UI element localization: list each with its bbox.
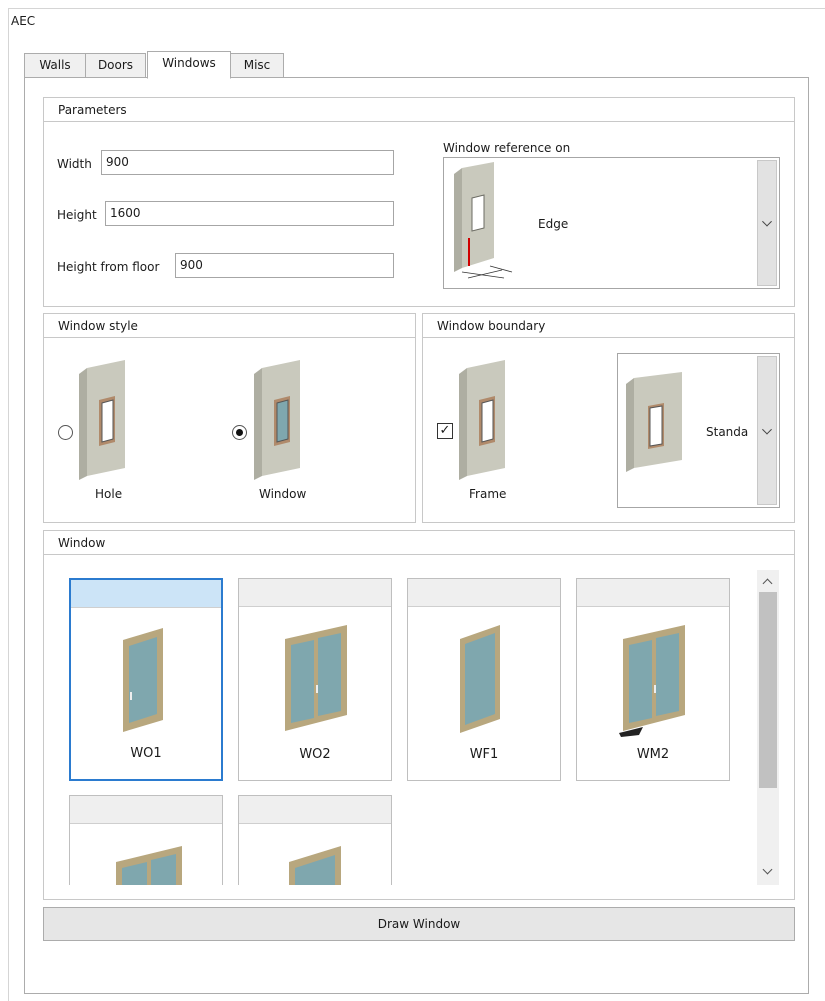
height-label: Height [57,208,97,222]
style-hole-radio[interactable] [58,425,73,440]
fixed-window-icon [460,625,500,733]
width-input[interactable]: 900 [101,150,394,175]
tab-misc[interactable]: Misc [230,53,284,78]
scroll-down-icon[interactable] [762,864,773,875]
scrollbar-thumb[interactable] [759,592,777,788]
window-list-scrollbar[interactable] [757,570,779,885]
window-boundary-dropdown[interactable]: Standa [617,353,780,508]
window-reference-label: Window reference on [443,141,571,155]
boundary-preview-icon [626,372,682,472]
edge-reference-preview-icon [454,162,513,279]
style-window-radio[interactable] [232,425,247,440]
tile-name: WO1 [130,746,162,761]
height-input[interactable]: 1600 [105,201,394,226]
double-window-icon [116,846,182,885]
tile-header [408,579,560,607]
window-tile-6[interactable] [238,795,392,885]
tile-name: WF1 [469,747,499,762]
sliding-window-icon [619,625,685,737]
chevron-down-icon [762,216,772,227]
window-list-header: Window [44,531,794,555]
frame-label: Frame [469,487,507,501]
parameters-header: Parameters [44,98,794,122]
window-boundary-dropdown-button[interactable] [757,356,777,505]
tile-name: WM2 [636,747,670,762]
width-label: Width [57,157,92,171]
window-tile-wm2[interactable]: WM2 [576,578,730,781]
window-style-preview-icon [254,360,300,480]
chevron-down-icon [762,424,772,435]
tile-header [577,579,729,607]
window-style-header: Window style [44,314,415,338]
single-casement-window-icon [123,628,163,732]
tile-header [71,580,221,608]
style-hole-label: Hole [95,487,123,501]
hole-style-preview-icon [79,360,125,480]
app-title-bar: AEC [8,8,825,34]
window-type-list: WO1 WO2 WF1 WM2 [57,570,779,885]
frame-preview-icon [459,360,505,480]
tab-walls[interactable]: Walls [24,53,86,78]
draw-window-button[interactable]: Draw Window [43,907,795,941]
window-tile-wo1[interactable]: WO1 [69,578,223,781]
window-tile-wf1[interactable]: WF1 [407,578,561,781]
tile-name: WO2 [299,747,331,762]
double-casement-window-icon [285,625,347,731]
window-reference-dropdown[interactable]: Edge [443,157,780,289]
height-from-floor-input[interactable]: 900 [175,253,394,278]
tab-doors[interactable]: Doors [85,53,146,78]
tile-header [70,796,222,824]
window-reference-dropdown-button[interactable] [757,160,777,286]
window-reference-value: Edge [538,217,569,231]
tile-header [239,796,391,824]
style-window-label: Window [259,487,307,501]
window-tile-wo2[interactable]: WO2 [238,578,392,781]
scroll-up-icon[interactable] [762,578,773,589]
app-title: AEC [11,14,36,28]
window-boundary-value: Standa [706,425,749,439]
tile-header [239,579,391,607]
single-window-icon [289,846,341,885]
window-boundary-header: Window boundary [423,314,794,338]
frame-checkbox[interactable]: ✓ [437,423,453,439]
height-from-floor-label: Height from floor [57,260,160,274]
window-tile-5[interactable] [69,795,223,885]
tab-windows[interactable]: Windows [147,51,231,79]
